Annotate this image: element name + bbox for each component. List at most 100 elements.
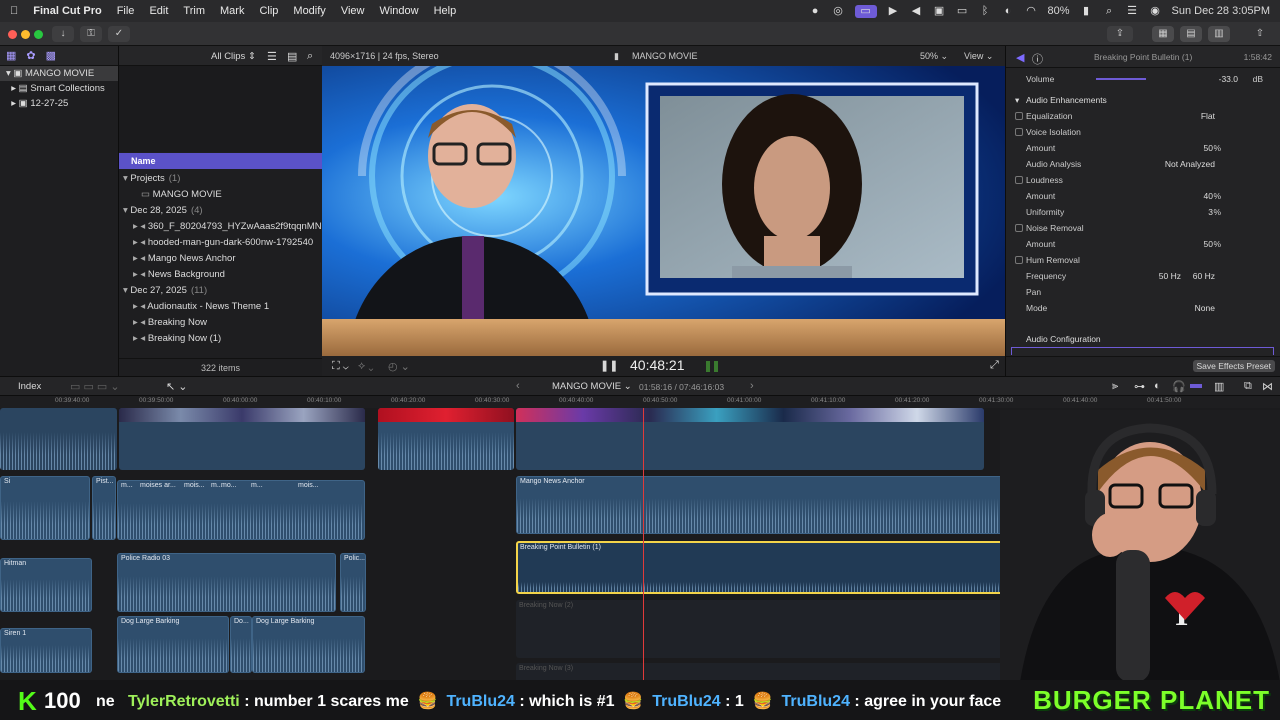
library-item-smart-collections[interactable]: ▸ ▤ Smart Collections [0,81,118,96]
menu-file[interactable]: File [117,5,135,17]
save-effects-preset-button[interactable]: Save Effects Preset [1192,360,1275,372]
select-tool-icon[interactable]: ↖ ⌄ [166,380,188,393]
airdrop-icon[interactable]: ◐ [1002,5,1015,18]
inspector-row-value[interactable]: Not Analyzed [1165,156,1215,172]
inspector-row[interactable]: Hum Removal [1006,252,1280,268]
inspector-row-value[interactable]: 3 [1208,204,1213,220]
snapping-icon[interactable]: ⊶ [1134,380,1145,393]
transform-icon[interactable]: ⟡ ⌄ [358,360,374,373]
checkbox[interactable] [1015,176,1023,184]
background-tasks-icon[interactable]: ✓ [108,26,130,42]
volume-icon[interactable]: ◀ [910,5,923,18]
browser-group-row[interactable]: ▾ Dec 28, 2025 (4) [119,203,322,219]
inspector-row-value[interactable]: Flat [1201,108,1215,124]
info-icon[interactable]: ⓘ [1032,51,1043,67]
volume-value[interactable]: -33.0 [1219,71,1238,87]
control-center-icon[interactable]: ☰ [1126,5,1139,18]
bluetooth-icon[interactable]: ᛒ [979,5,992,18]
browser-group-row[interactable]: ▾ Dec 27, 2025 (11) [119,283,322,299]
inspector-row[interactable]: Mode None [1006,300,1280,316]
library-root[interactable]: ▾ ▣ MANGO MOVIE [0,66,118,81]
library-item-event[interactable]: ▸ ▣ 12-27-25 [0,96,118,111]
audio-clip-moises[interactable]: m... moises ar... mois... m... mo... m..… [117,480,365,540]
disclosure-closed-icon[interactable]: ▭ [141,189,153,200]
inspector-row-value[interactable]: 60 Hz [1193,268,1215,284]
menu-clip[interactable]: Clip [259,5,278,17]
inspector-row[interactable]: Amount 50% [1006,140,1280,156]
disclosure-closed-icon[interactable]: ▸ ◂ [133,269,148,280]
audio-clip-breaking-now-2[interactable]: Breaking Now (2) [516,600,1006,658]
timecode-display[interactable]: 40:48:21 [630,357,685,373]
fullscreen-icon[interactable]: ⤢ [990,359,999,372]
battery-icon[interactable]: ▮ [1080,5,1093,18]
menu-edit[interactable]: Edit [149,5,168,17]
siri-icon[interactable]: ◉ [1149,5,1162,18]
layout-timeline-icon[interactable]: ▤ [1180,26,1202,42]
menu-help[interactable]: Help [434,5,457,17]
inspector-row[interactable]: Amount 40% [1006,188,1280,204]
browser-clip-row[interactable]: ▸ ◂ Breaking Now [119,315,322,331]
disclosure-closed-icon[interactable]: ▸ ◂ [133,253,148,264]
filmstrip-icon[interactable]: ▤ [287,50,297,63]
index-button[interactable]: Index [18,381,41,392]
import-icon[interactable]: ↓ [52,26,74,42]
checkbox[interactable] [1015,128,1023,136]
audio-clip-dog-1[interactable]: Dog Large Barking [117,616,229,673]
channel-selector[interactable] [1011,347,1274,355]
inspector-row[interactable]: Uniformity 3% [1006,204,1280,220]
menu-modify[interactable]: Modify [293,5,325,17]
menu-mark[interactable]: Mark [220,5,244,17]
menu-window[interactable]: Window [379,5,418,17]
inspector-row[interactable]: Audio Analysis Not Analyzed [1006,156,1280,172]
disclosure-closed-icon[interactable]: ▸ ◂ [133,237,148,248]
audio-config-header[interactable]: Audio Configuration [1006,331,1280,347]
zoom-dropdown[interactable]: 50% ⌄ [920,51,948,62]
volume-slider[interactable] [1096,78,1146,80]
edit-tools-icon[interactable]: ▭ ▭ ▭ ⌄ [70,380,120,393]
browser-clip-row[interactable]: ▸ ◂ hooded-man-gun-dark-600nw-1792540 [119,235,322,251]
disclosure-closed-icon[interactable]: ▸ ◂ [133,221,148,232]
titles-icon[interactable]: ▩ [46,49,56,62]
zoom-window-button[interactable] [34,30,43,39]
display-icon[interactable]: ▣ [933,5,946,18]
audio-clip-si[interactable]: Si [0,476,90,540]
search-icon[interactable]: ⌕ [307,50,313,63]
disclosure-closed-icon[interactable]: ▸ ◂ [133,301,147,312]
inspector-row[interactable]: Equalization Flat [1006,108,1280,124]
checkbox[interactable] [1015,256,1023,264]
inspector-row[interactable]: Noise Removal [1006,220,1280,236]
export-icon[interactable]: ⇧ [1250,26,1270,42]
keyword-icon[interactable]: ⚿ [80,26,102,42]
share-icon[interactable]: ⇪ [1107,26,1133,42]
back-arrow-icon[interactable]: ‹ [516,380,520,392]
browser-clip-row[interactable]: ▸ ◂ Mango News Anchor [119,251,322,267]
photos-icon[interactable]: ✿ [26,49,35,62]
layout-inspector-icon[interactable]: ▥ [1208,26,1230,42]
sync-icon[interactable]: ◎ [832,5,845,18]
speed-icon[interactable]: ◴ ⌄ [388,360,410,373]
pause-icon[interactable]: ❚❚ [600,359,618,372]
primary-clip-2[interactable] [119,408,365,470]
audio-clip-pist[interactable]: Pist... [92,476,116,540]
menu-trim[interactable]: Trim [183,5,205,17]
inspector-row[interactable]: Voice Isolation [1006,124,1280,140]
wifi-icon[interactable]: ◠ [1025,5,1038,18]
browser-clip-row[interactable]: ▸ ◂ Audionautix - News Theme 1 [119,299,322,315]
effects-browser-icon[interactable]: ▥ [1214,380,1224,393]
video-frame[interactable] [322,66,1005,356]
app-menu[interactable]: Final Cut Pro [33,5,101,17]
record-icon[interactable]: ● [809,5,822,18]
inspector-row-value[interactable]: None [1195,300,1215,316]
apple-icon[interactable]:  [10,5,18,17]
audio-clip-dog-2[interactable]: Dog Large Barking [252,616,365,673]
inspector-row-value[interactable]: 50 Hz [1159,268,1181,284]
primary-clip-4[interactable] [516,408,984,470]
monitor-icon[interactable]: ▭ [956,5,969,18]
audio-clip-police-radio[interactable]: Police Radio 03 [117,553,336,612]
disclosure-closed-icon[interactable]: ▸ ◂ [133,333,148,344]
minimize-window-button[interactable] [21,30,30,39]
audio-inspector-icon[interactable]: ◀ [1016,51,1024,64]
play-icon[interactable]: ▶ [887,5,900,18]
browser-clip-row[interactable]: ▸ ◂ News Background [119,267,322,283]
stage-manager-icon[interactable]: ▭ [854,4,877,18]
